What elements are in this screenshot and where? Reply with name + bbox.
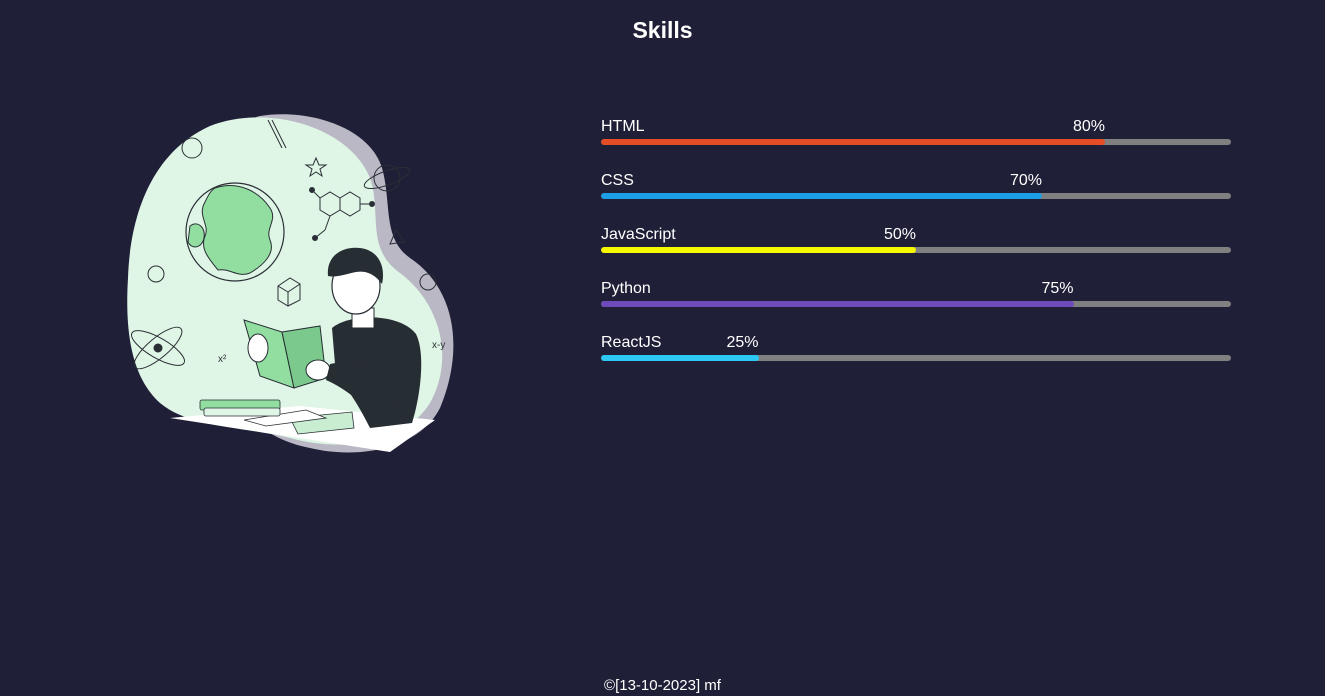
svg-text:x²: x² bbox=[218, 354, 227, 365]
skill-percent: 25% bbox=[726, 334, 759, 351]
skill-progress-track bbox=[601, 301, 1231, 307]
skill-name: Python bbox=[601, 280, 651, 297]
skill-progress-track bbox=[601, 193, 1231, 199]
skill-percent: 80% bbox=[1072, 118, 1105, 135]
skill-progress-fill bbox=[601, 193, 1042, 199]
skill-name: ReactJS bbox=[601, 334, 662, 351]
skill-progress-fill bbox=[601, 247, 916, 253]
skill-progress-fill bbox=[601, 301, 1074, 307]
skills-page: Skills x² x-y HTML 80% CSS 70% JavaScrip… bbox=[0, 0, 1325, 696]
skill-javascript: JavaScript 50% bbox=[601, 226, 1231, 280]
skill-html: HTML 80% bbox=[601, 118, 1231, 172]
skill-percent: 75% bbox=[1041, 280, 1074, 297]
skill-progress-track bbox=[601, 247, 1231, 253]
skills-list: HTML 80% CSS 70% JavaScript 50% Python 7… bbox=[601, 118, 1231, 388]
skill-name: CSS bbox=[601, 172, 634, 189]
skill-progress-fill bbox=[601, 139, 1105, 145]
skill-name: JavaScript bbox=[601, 226, 676, 243]
footer-copyright: ©[13-10-2023] mf bbox=[604, 677, 721, 694]
skill-progress-fill bbox=[601, 355, 759, 361]
student-reading-illustration: x² x-y bbox=[120, 108, 465, 460]
page-title: Skills bbox=[632, 17, 693, 43]
skill-percent: 50% bbox=[883, 226, 916, 243]
skill-progress-track bbox=[601, 355, 1231, 361]
skill-percent: 70% bbox=[1009, 172, 1042, 189]
skill-progress-track bbox=[601, 139, 1231, 145]
skill-name: HTML bbox=[601, 118, 645, 135]
svg-text:x-y: x-y bbox=[432, 340, 445, 351]
skill-css: CSS 70% bbox=[601, 172, 1231, 226]
skill-reactjs: ReactJS 25% bbox=[601, 334, 1231, 388]
skill-python: Python 75% bbox=[601, 280, 1231, 334]
